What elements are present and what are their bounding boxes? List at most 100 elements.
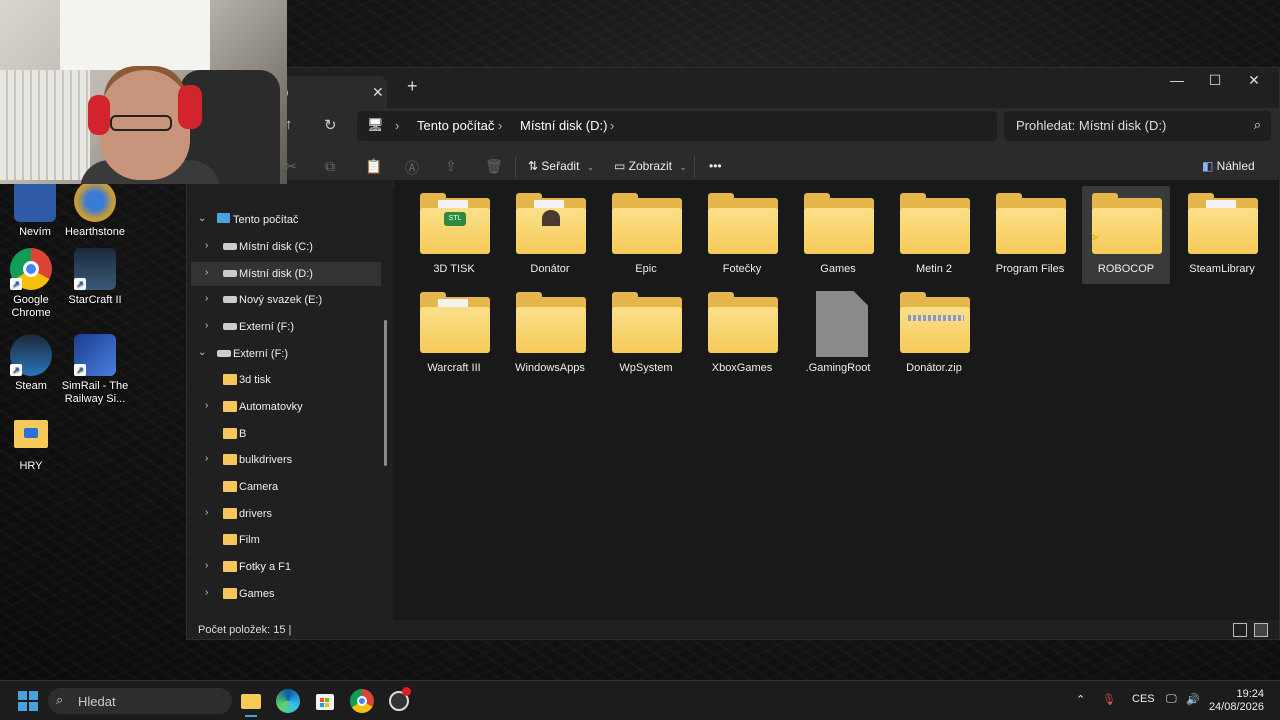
folder-item[interactable]: Games [794, 186, 882, 284]
status-bar: Počet položek: 15 | [187, 620, 1279, 639]
chevron-right-icon[interactable]: › [205, 453, 208, 464]
zip-item[interactable]: Donátor.zip [890, 285, 978, 383]
paste-icon[interactable]: 📋 [365, 158, 382, 175]
chevron-right-icon[interactable]: › [205, 587, 208, 598]
nav-item-label: Nový svazek (E:) [239, 294, 323, 306]
copy-icon[interactable]: ⧉ [325, 158, 335, 175]
more-options-button[interactable]: ••• [709, 159, 722, 173]
desktop-icon-hearthstone[interactable]: Hearthstone [60, 180, 130, 239]
preview-label: Náhled [1216, 159, 1255, 173]
chrome-taskbar-icon[interactable] [350, 689, 374, 713]
item-name: Warcraft III [427, 362, 481, 374]
folder-icon [223, 454, 237, 465]
item-name: Metin 2 [915, 263, 953, 275]
clock[interactable]: 19:24 24/08/2026 [1209, 688, 1264, 714]
edge-icon[interactable] [276, 689, 300, 713]
folder-item[interactable]: XboxGames [698, 285, 786, 383]
chevron-down-icon[interactable]: ⌄ [198, 347, 206, 358]
folder-item[interactable]: WindowsApps [506, 285, 594, 383]
folder-icon [223, 481, 237, 492]
minimize-icon[interactable]: — [1162, 72, 1192, 88]
microsoft-store-icon[interactable] [313, 689, 337, 713]
nav-item-folder[interactable]: › Fotky a F1 [191, 555, 381, 579]
folder-icon [612, 292, 682, 353]
taskbar-search[interactable]: ⌕ Hledat [48, 688, 232, 714]
nav-item-folder[interactable]: Camera [191, 475, 381, 499]
desktop-icon-chrome[interactable]: ↗ Google Chrome [0, 248, 66, 320]
view-icon: ▭ [614, 159, 629, 173]
nav-item-folder[interactable]: › bulkdrivers [191, 448, 381, 472]
folder-item[interactable]: Epic [602, 186, 690, 284]
folder-item[interactable]: WpSystem [602, 285, 690, 383]
drive-icon [223, 270, 237, 277]
item-name: Donátor [530, 263, 570, 275]
chevron-right-icon[interactable]: › [205, 320, 208, 331]
volume-icon[interactable]: 🔊 [1186, 693, 1200, 706]
desktop-icon-starcraft[interactable]: ↗ StarCraft II [60, 248, 130, 307]
drive-icon [223, 323, 237, 330]
microphone-icon[interactable]: 🎙 [1102, 693, 1116, 706]
folder-icon [223, 588, 237, 599]
refresh-icon[interactable]: ↻ [324, 116, 337, 134]
item-name: ROBOCOP [1097, 263, 1155, 275]
details-view-icon[interactable] [1233, 623, 1247, 637]
breadcrumb-this-pc[interactable]: Tento počítač [417, 118, 494, 133]
nav-item-this-pc[interactable]: ⌄ Tento počítač [191, 208, 381, 232]
language-indicator[interactable]: CES [1132, 693, 1155, 705]
desktop-icon-hry[interactable]: HRY [0, 414, 66, 473]
chevron-right-icon[interactable]: › [205, 240, 208, 251]
search-box[interactable]: Prohledat: Místní disk (D:) ⌕ [1004, 111, 1271, 141]
view-button[interactable]: ▭ Zobrazit ⌄ [614, 159, 687, 173]
folder-item[interactable]: Metin 2 [890, 186, 978, 284]
chevron-right-icon[interactable]: › [205, 560, 208, 571]
file-item[interactable]: .GamingRoot [794, 285, 882, 383]
item-name: .GamingRoot [805, 362, 871, 374]
folder-item-selected[interactable]: ROBOCOP ➤ [1082, 186, 1170, 284]
nav-item-disk-f[interactable]: › Externí (F:) [191, 315, 381, 339]
nav-item-folder[interactable]: 3d tisk [191, 368, 381, 392]
nav-item-folder[interactable]: › drivers [191, 502, 381, 526]
folder-item[interactable]: Donátor [506, 186, 594, 284]
folder-item[interactable]: Warcraft III [410, 285, 498, 383]
nav-item-external-f[interactable]: ⌄ Externí (F:) [191, 342, 381, 366]
nav-item-folder[interactable]: › Automatovky [191, 395, 381, 419]
chevron-right-icon[interactable]: › [205, 507, 208, 518]
breadcrumb-disk-d[interactable]: Místní disk (D:) [520, 118, 607, 133]
nav-item-disk-d[interactable]: › Místní disk (D:) [191, 262, 381, 286]
new-tab-icon[interactable]: + [407, 76, 418, 97]
nav-item-folder[interactable]: › Games [191, 582, 381, 606]
obs-recording-icon[interactable] [387, 687, 411, 713]
delete-icon[interactable]: 🗑 [485, 158, 503, 175]
rename-icon[interactable]: Ⓐ [405, 158, 419, 178]
maximize-icon[interactable]: ☐ [1200, 72, 1230, 89]
nav-item-disk-c[interactable]: › Místní disk (C:) [191, 235, 381, 259]
windows-start-icon[interactable] [16, 689, 40, 713]
nav-item-folder[interactable]: B [191, 422, 381, 446]
navigation-pane: ⌄ Tento počítač › Místní disk (C:) › Mís… [187, 180, 393, 620]
network-icon[interactable]: 🖵 [1166, 693, 1177, 706]
folder-item[interactable]: STL 3D TISK [410, 186, 498, 284]
chevron-down-icon[interactable]: ⌄ [198, 213, 206, 224]
folder-item[interactable]: Fotečky [698, 186, 786, 284]
close-window-icon[interactable]: ✕ [1239, 72, 1269, 89]
chevron-right-icon[interactable]: › [205, 267, 208, 278]
file-explorer-taskbar-icon[interactable] [239, 689, 263, 717]
desktop-icon-steam[interactable]: ↗ Steam [0, 334, 66, 393]
chevron-right-icon[interactable]: › [205, 400, 208, 411]
folder-icon [223, 401, 237, 412]
nav-scrollbar[interactable] [384, 320, 387, 466]
share-icon[interactable]: ⇪ [445, 158, 457, 175]
large-icons-view-icon[interactable] [1254, 623, 1268, 637]
nav-item-disk-e[interactable]: › Nový svazek (E:) [191, 288, 381, 312]
tray-chevron-up-icon[interactable]: ⌃ [1076, 693, 1085, 706]
folder-item[interactable]: Program Files [986, 186, 1074, 284]
folder-item[interactable]: SteamLibrary [1178, 186, 1266, 284]
preview-pane-button[interactable]: ◧ Náhled [1202, 159, 1255, 173]
folder-icon [223, 561, 237, 572]
sort-button[interactable]: ⇅ Seřadit ⌄ [528, 159, 594, 173]
desktop-icon-simrail[interactable]: ↗ SimRail - The Railway Si... [60, 334, 130, 406]
chevron-right-icon[interactable]: › [205, 293, 208, 304]
close-tab-icon[interactable]: ✕ [372, 84, 384, 101]
address-bar[interactable]: 🖥 › Tento počítač › Místní disk (D:) › [357, 111, 997, 141]
nav-item-folder[interactable]: Film [191, 528, 381, 552]
